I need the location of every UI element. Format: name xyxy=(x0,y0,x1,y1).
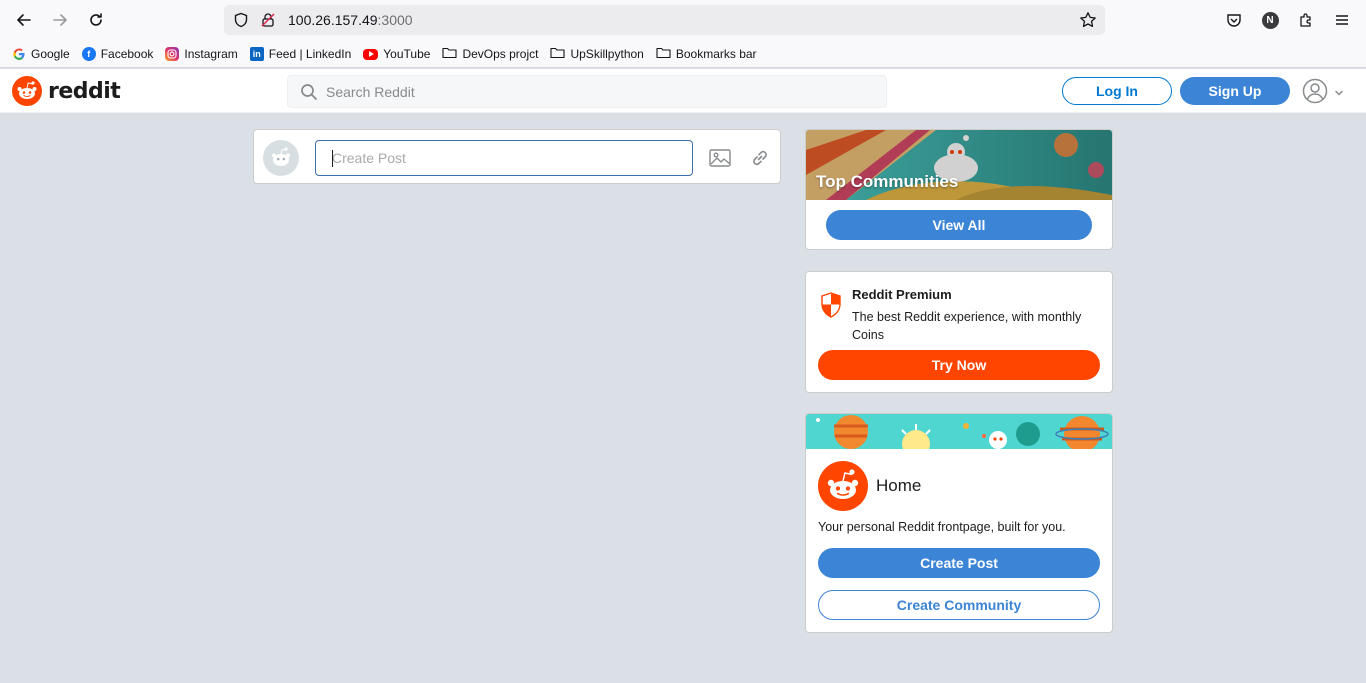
google-icon xyxy=(12,47,26,61)
top-communities-card: Top Communities View All xyxy=(805,129,1113,250)
forward-icon[interactable] xyxy=(48,8,72,32)
premium-title: Reddit Premium xyxy=(852,287,952,302)
home-title: Home xyxy=(876,476,922,495)
bookmark-label: DevOps projct xyxy=(462,47,539,61)
premium-description: The best Reddit experience, with monthly… xyxy=(852,310,1082,342)
url-port: :3000 xyxy=(377,12,413,28)
profile-initial: N xyxy=(1261,11,1279,29)
reddit-logo[interactable]: reddit xyxy=(12,76,121,106)
create-community-button[interactable]: Create Community xyxy=(818,590,1100,620)
home-banner xyxy=(806,414,1112,449)
link-icon[interactable] xyxy=(747,145,773,171)
bookmark-folder-upskill[interactable]: UpSkillpython xyxy=(550,46,644,62)
top-communities-title: Top Communities xyxy=(816,172,959,191)
bookmark-label: UpSkillpython xyxy=(570,47,644,61)
reddit-header: reddit Log In Sign Up xyxy=(0,69,1366,113)
home-banner-illustration xyxy=(806,414,1112,449)
user-dropdown[interactable] xyxy=(1302,78,1344,109)
bookmark-google[interactable]: Google xyxy=(12,47,70,61)
create-post-input[interactable] xyxy=(315,140,693,176)
bookmark-linkedin[interactable]: in Feed | LinkedIn xyxy=(249,47,352,61)
signup-button[interactable]: Sign Up xyxy=(1180,77,1290,105)
reddit-snoo-icon xyxy=(818,461,868,511)
profile-avatar[interactable]: N xyxy=(1258,8,1282,32)
bookmark-label: Instagram xyxy=(184,47,238,61)
bookmark-folder-devops[interactable]: DevOps projct xyxy=(442,46,538,62)
login-button[interactable]: Log In xyxy=(1062,77,1172,105)
folder-icon xyxy=(442,46,457,62)
create-post-bar xyxy=(253,129,781,184)
bookmark-label: Facebook xyxy=(100,47,154,61)
search-bar[interactable] xyxy=(287,75,887,108)
home-snoo-avatar xyxy=(818,461,868,511)
folder-icon xyxy=(656,46,671,62)
url-text[interactable]: 100.26.157.49:3000 xyxy=(288,12,413,28)
bookmark-label: YouTube xyxy=(383,47,431,61)
bookmark-label: Bookmarks bar xyxy=(675,47,757,61)
back-icon[interactable] xyxy=(12,8,36,32)
address-bar[interactable]: 100.26.157.49:3000 xyxy=(224,5,1105,35)
extensions-icon[interactable] xyxy=(1294,8,1318,32)
menu-icon[interactable] xyxy=(1330,8,1354,32)
home-card: Home Your personal Reddit frontpage, bui… xyxy=(805,413,1113,633)
avatar[interactable] xyxy=(263,140,299,176)
search-icon xyxy=(300,83,318,106)
bookmark-folder-bookmarks-bar[interactable]: Bookmarks bar xyxy=(656,46,757,62)
folder-icon xyxy=(550,46,566,62)
snoo-avatar-icon xyxy=(272,147,290,166)
pocket-icon[interactable] xyxy=(1222,8,1246,32)
linkedin-icon: in xyxy=(249,47,264,61)
top-communities-banner: Top Communities xyxy=(806,130,1112,200)
chevron-down-icon xyxy=(1334,85,1344,103)
insecure-lock-icon[interactable] xyxy=(260,12,276,33)
view-all-button[interactable]: View All xyxy=(826,210,1092,240)
bookmark-star-icon[interactable] xyxy=(1079,11,1097,34)
instagram-icon xyxy=(165,47,180,61)
url-host: 100.26.157.49 xyxy=(288,12,378,28)
shield-icon[interactable] xyxy=(233,12,249,33)
create-post-button[interactable]: Create Post xyxy=(818,548,1100,578)
bookmark-instagram[interactable]: Instagram xyxy=(165,47,238,61)
facebook-icon: f xyxy=(81,47,96,61)
bookmark-facebook[interactable]: f Facebook xyxy=(81,47,154,61)
youtube-icon xyxy=(363,48,379,60)
user-icon xyxy=(1302,78,1328,109)
text-caret xyxy=(332,150,333,167)
search-input[interactable] xyxy=(326,82,866,102)
image-upload-icon[interactable] xyxy=(707,145,733,171)
reddit-snoo-icon xyxy=(12,76,42,106)
bookmarks-bar: Google f Facebook Instagram in Feed | Li… xyxy=(0,42,757,66)
premium-shield-icon xyxy=(820,292,842,323)
reddit-wordmark: reddit xyxy=(48,78,121,104)
premium-card: Reddit Premium The best Reddit experienc… xyxy=(805,271,1113,393)
browser-toolbar: 100.26.157.49:3000 N Google f Facebook I… xyxy=(0,0,1366,68)
reload-icon[interactable] xyxy=(84,8,108,32)
bookmark-youtube[interactable]: YouTube xyxy=(363,47,430,61)
bookmark-label: Feed | LinkedIn xyxy=(268,47,352,61)
home-description: Your personal Reddit frontpage, built fo… xyxy=(818,520,1066,534)
try-now-button[interactable]: Try Now xyxy=(818,350,1100,380)
bookmark-label: Google xyxy=(31,47,70,61)
